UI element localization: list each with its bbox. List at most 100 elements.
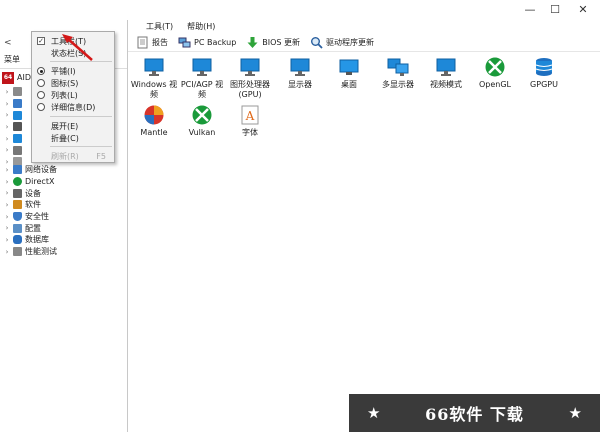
menu-item-expand[interactable]: 展开(E) — [32, 120, 114, 132]
menu-item-list[interactable]: 列表(L) — [32, 89, 114, 101]
tree-item-database[interactable]: › 数据库 — [4, 234, 124, 246]
expand-arrow-icon[interactable]: › — [4, 189, 10, 197]
item-display[interactable]: 显示器 — [276, 56, 324, 90]
radio-icon[interactable] — [37, 91, 45, 99]
item-label: Windows 视频 — [130, 80, 178, 99]
item-desktop[interactable]: 桌面 — [325, 56, 373, 90]
menu-item-label: 折叠(C) — [51, 133, 79, 143]
expand-arrow-icon[interactable]: › — [4, 111, 10, 119]
shield-icon — [13, 212, 22, 222]
annotation-arrow-icon — [62, 34, 93, 61]
tree-row[interactable]: › — [4, 98, 34, 110]
back-icon[interactable]: < — [4, 38, 12, 48]
item-label: 字体 — [242, 128, 258, 137]
menu-header: 菜单 — [4, 55, 20, 64]
item-video-mode[interactable]: 视频模式 — [422, 56, 470, 90]
tree-row[interactable]: › — [4, 109, 34, 121]
menu-item-collapse[interactable]: 折叠(C) — [32, 132, 114, 144]
menu-item-refresh[interactable]: 刷新(R) F5 — [32, 150, 114, 162]
tree-item-security[interactable]: › 安全性 — [4, 211, 124, 223]
close-button[interactable]: ✕ — [571, 2, 595, 18]
item-mantle[interactable]: Mantle — [130, 104, 178, 138]
expand-arrow-icon[interactable]: › — [4, 123, 10, 131]
pc-backup-button[interactable]: PC Backup — [178, 35, 236, 51]
expand-arrow-icon[interactable]: › — [4, 146, 10, 154]
pc-backup-icon — [178, 37, 191, 48]
expand-arrow-icon[interactable]: › — [4, 213, 10, 221]
expand-arrow-icon[interactable]: › — [4, 135, 10, 143]
radio-selected-icon[interactable] — [37, 67, 45, 75]
item-pci-agp-video[interactable]: PCI/AGP 视频 — [178, 56, 226, 100]
expand-arrow-icon[interactable]: › — [4, 88, 10, 96]
menu-item-label: 平铺(I) — [51, 66, 76, 76]
menu-item-label: 刷新(R) — [51, 151, 79, 161]
expand-arrow-icon[interactable]: › — [4, 236, 10, 244]
pc-backup-label: PC Backup — [194, 38, 237, 47]
tree-item-benchmark[interactable]: › 性能测试 — [4, 246, 124, 258]
tree-item-label: 安全性 — [25, 212, 49, 222]
item-opengl[interactable]: OpenGL — [471, 56, 519, 90]
tree-item-config[interactable]: › 配置 — [4, 222, 124, 234]
expand-arrow-icon[interactable]: › — [4, 166, 10, 174]
item-label: PCI/AGP 视频 — [180, 80, 224, 99]
report-button[interactable]: 报告 — [136, 35, 168, 51]
radio-icon[interactable] — [37, 79, 45, 87]
shortcut-label: F5 — [96, 151, 106, 161]
checkbox-icon[interactable]: ✓ — [37, 37, 45, 45]
expand-arrow-icon[interactable]: › — [4, 201, 10, 209]
driver-update-button[interactable]: 驱动程序更新 — [310, 35, 374, 51]
item-multi-monitor[interactable]: 多显示器 — [374, 56, 422, 90]
menu-item-label: 图标(S) — [51, 78, 79, 88]
expand-arrow-icon[interactable]: › — [4, 100, 10, 108]
radio-icon[interactable] — [37, 103, 45, 111]
tree-row[interactable]: › — [4, 86, 34, 98]
tree-item-network[interactable]: › 网络设备 — [4, 164, 124, 176]
tree-hidden-rows: › › › › › › › — [4, 86, 34, 168]
download-arrow-icon — [247, 37, 258, 48]
tree-row[interactable]: › — [4, 144, 34, 156]
watermark-text: 66软件 下载 — [425, 405, 524, 424]
tree-row[interactable]: › — [4, 133, 34, 145]
tree-row[interactable]: › — [4, 121, 34, 133]
item-label: 图形处理器 (GPU) — [230, 80, 270, 99]
device-icon — [13, 188, 22, 198]
bios-update-label: BIOS 更新 — [262, 38, 301, 47]
title-bar: — ☐ ✕ — [0, 0, 600, 20]
item-gpgpu[interactable]: GPGPU — [520, 56, 568, 90]
report-label: 报告 — [152, 38, 168, 47]
desktop-icon — [339, 59, 359, 75]
maximize-button[interactable]: ☐ — [543, 2, 567, 18]
directx-icon — [13, 177, 22, 187]
expand-arrow-icon[interactable]: › — [4, 248, 10, 256]
menu-item-details[interactable]: 详细信息(D) — [32, 101, 114, 113]
item-label: 视频模式 — [430, 80, 462, 89]
menu-tools[interactable]: 工具(T) — [146, 20, 173, 34]
expand-arrow-icon[interactable]: › — [4, 178, 10, 186]
item-gpu[interactable]: 图形处理器 (GPU) — [226, 56, 274, 100]
tree-item-directx[interactable]: › DirectX — [4, 176, 124, 188]
navigation-tree: › 网络设备 › DirectX › 设备 › 软件 › 安全性 › 配置 › … — [4, 164, 124, 258]
tree-item-software[interactable]: › 软件 — [4, 199, 124, 211]
toolbar: 报告 PC Backup BIOS 更新 驱动程序更新 — [128, 34, 600, 52]
tree-item-devices[interactable]: › 设备 — [4, 187, 124, 199]
menu-item-tile[interactable]: 平铺(I) — [32, 65, 114, 77]
item-label: GPGPU — [530, 80, 558, 89]
menu-item-icons[interactable]: 图标(S) — [32, 77, 114, 89]
item-fonts[interactable]: A 字体 — [226, 104, 274, 138]
item-vulkan[interactable]: Vulkan — [178, 104, 226, 138]
motherboard-icon — [13, 99, 22, 109]
tree-item-label: 网络设备 — [25, 165, 57, 175]
mantle-icon — [144, 105, 164, 125]
display-icon — [13, 134, 22, 144]
minimize-button[interactable]: — — [518, 2, 542, 18]
star-icon: ★ — [568, 404, 582, 422]
nav-arrows[interactable]: < — [4, 38, 12, 48]
expand-arrow-icon[interactable]: › — [4, 224, 10, 232]
bios-update-button[interactable]: BIOS 更新 — [246, 35, 300, 51]
software-icon — [13, 200, 22, 210]
content-pane: Windows 视频 PCI/AGP 视频 图形处理器 (GPU) 显示器 桌面… — [130, 52, 600, 432]
menu-help[interactable]: 帮助(H) — [187, 20, 215, 34]
item-windows-video[interactable]: Windows 视频 — [130, 56, 178, 100]
tree-item-label: 数据库 — [25, 235, 49, 245]
menu-item-label: 详细信息(D) — [51, 102, 96, 112]
